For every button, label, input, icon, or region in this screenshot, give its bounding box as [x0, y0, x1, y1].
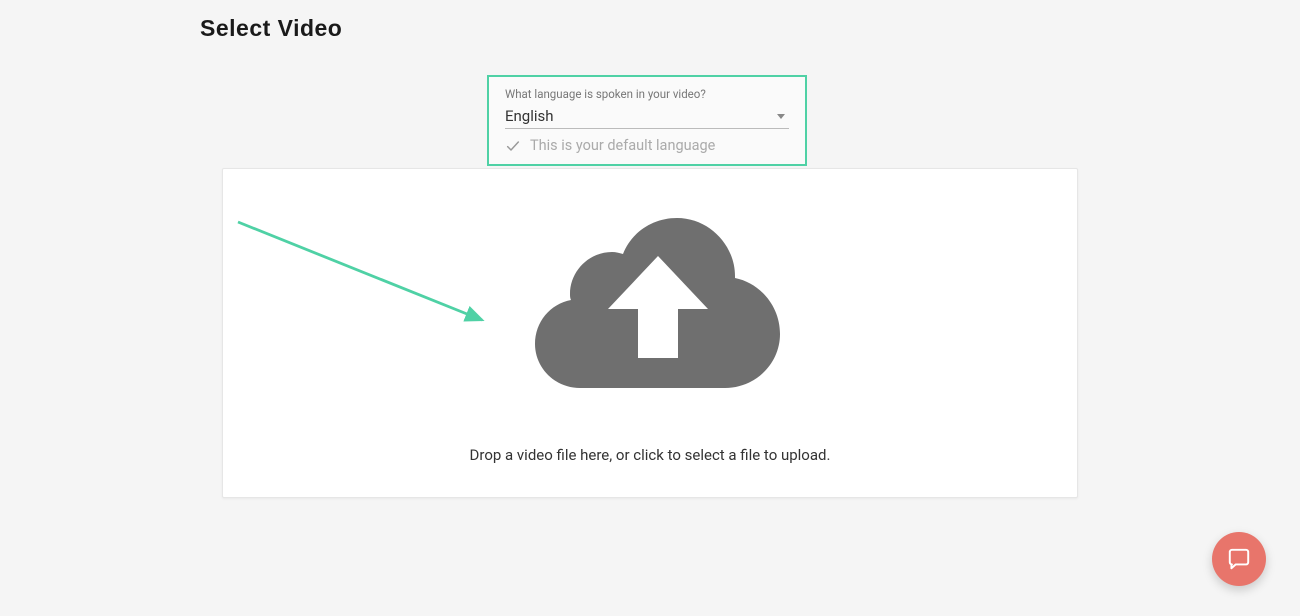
language-prompt-label: What language is spoken in your video?: [505, 87, 789, 101]
chevron-down-icon: [777, 114, 785, 119]
upload-instruction-text: Drop a video file here, or click to sele…: [470, 446, 831, 464]
cloud-upload-icon: [510, 201, 790, 391]
check-icon: [505, 138, 521, 154]
language-select[interactable]: English: [505, 107, 789, 129]
language-selector-panel: What language is spoken in your video? E…: [487, 75, 807, 166]
default-language-hint-row: This is your default language: [505, 137, 789, 154]
page-title: Select Video: [200, 15, 342, 42]
default-language-hint-text: This is your default language: [530, 137, 715, 154]
help-chat-button[interactable]: [1212, 532, 1266, 586]
upload-dropzone[interactable]: Drop a video file here, or click to sele…: [222, 168, 1078, 498]
language-selected-value: English: [505, 107, 554, 125]
